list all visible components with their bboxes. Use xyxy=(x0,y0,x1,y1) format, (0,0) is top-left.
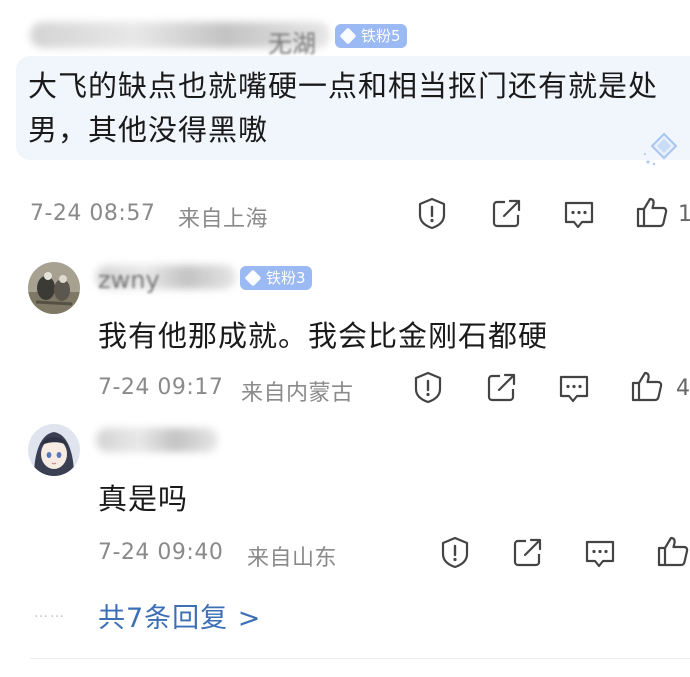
comment-icon xyxy=(585,540,615,568)
avatar[interactable] xyxy=(28,424,80,476)
like-icon xyxy=(631,371,663,402)
anime-girl-avatar xyxy=(28,424,80,476)
reply-text: 我有他那成就。我会比金刚石都硬 xyxy=(98,319,549,353)
share-button[interactable] xyxy=(511,535,545,569)
like-count: 4 xyxy=(676,376,690,401)
reply-text: 真是吗 xyxy=(98,482,189,516)
share-icon xyxy=(513,538,542,567)
reply-location: 来自山东 xyxy=(247,546,338,571)
comment-button[interactable] xyxy=(562,197,596,231)
comment-button[interactable] xyxy=(557,371,591,405)
birds-photo-avatar xyxy=(28,262,80,314)
comment-time: 7-24 08:57 xyxy=(30,201,156,226)
reply-time: 7-24 09:17 xyxy=(98,375,224,400)
share-icon xyxy=(492,199,521,228)
like-button[interactable] xyxy=(635,195,669,229)
report-button[interactable] xyxy=(415,196,449,230)
fan-badge-label: 铁粉3 xyxy=(266,269,306,287)
comment-button[interactable] xyxy=(583,536,617,570)
like-icon xyxy=(636,197,668,228)
divider xyxy=(30,658,690,659)
avatar[interactable] xyxy=(28,262,80,314)
report-button[interactable] xyxy=(411,370,445,404)
sparkle-diamond-icon xyxy=(644,132,678,166)
comment-location: 来自上海 xyxy=(178,207,269,232)
like-icon xyxy=(657,536,689,567)
fan-badge-label: 铁粉5 xyxy=(361,27,401,45)
share-button[interactable] xyxy=(490,196,524,230)
fan-badge: 铁粉5 xyxy=(335,24,407,48)
share-icon xyxy=(487,373,516,402)
reply-location: 来自内蒙古 xyxy=(241,381,354,406)
diamond-icon xyxy=(339,27,357,45)
report-button[interactable] xyxy=(438,535,472,569)
diamond-icon xyxy=(244,269,262,287)
comment-text: 大飞的缺点也就嘴硬一点和相当抠门还有就是处男，其他没得黑嗷 xyxy=(28,69,659,147)
view-more-replies-link[interactable]: 共7条回复 > xyxy=(98,596,261,635)
reply-time: 7-24 09:40 xyxy=(98,540,224,565)
like-count: 1 xyxy=(678,202,690,227)
like-button[interactable] xyxy=(630,369,664,403)
fan-badge: 铁粉3 xyxy=(240,266,312,290)
share-button[interactable] xyxy=(485,370,519,404)
comment-icon xyxy=(564,201,594,229)
report-icon xyxy=(441,536,469,569)
report-icon xyxy=(418,197,446,230)
report-icon xyxy=(414,371,442,404)
comment-icon xyxy=(559,375,589,403)
like-button[interactable] xyxy=(656,534,690,568)
separator-dots: …… xyxy=(34,605,66,621)
